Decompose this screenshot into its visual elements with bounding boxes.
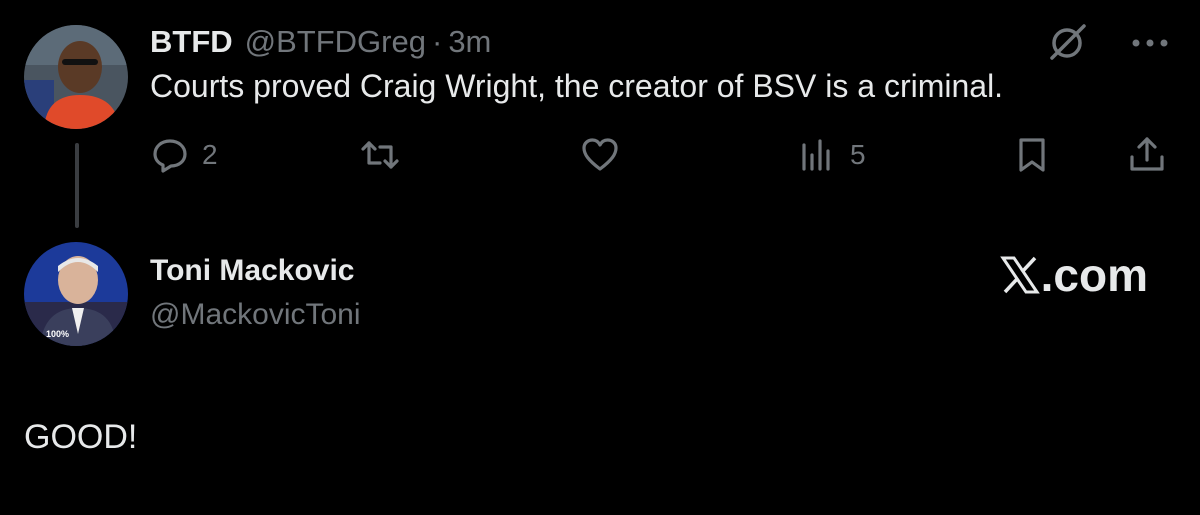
bookmark-button[interactable]: [1012, 132, 1052, 178]
views-icon: [802, 139, 830, 171]
mackovic-avatar[interactable]: 100%: [24, 242, 128, 346]
reply-author-name[interactable]: Toni Mackovic: [150, 254, 355, 288]
x-logo-icon: [999, 256, 1040, 294]
avatar-photo-icon: [24, 25, 128, 129]
avatar-badge: 100%: [46, 329, 69, 339]
tweet-text: Courts proved Craig Wright, the creator …: [150, 68, 1004, 104]
more-icon[interactable]: [1130, 36, 1170, 50]
header-separator: ·: [431, 24, 443, 59]
btfd-avatar[interactable]: [24, 25, 128, 129]
tweet-top-icons: [1046, 22, 1170, 64]
reply-icon: [153, 139, 187, 173]
repost-button[interactable]: [360, 132, 412, 178]
views-button[interactable]: 5: [798, 132, 866, 178]
avatar-photo-icon: 100%: [24, 242, 128, 346]
tweet-timestamp[interactable]: 3m: [448, 24, 491, 60]
author-handle[interactable]: @BTFDGreg: [245, 24, 426, 60]
reply-button[interactable]: 2: [150, 132, 218, 178]
brand-domain-text: .com: [1040, 249, 1148, 301]
repost-icon: [361, 141, 399, 169]
views-count: 5: [850, 139, 866, 170]
share-button[interactable]: [1127, 132, 1167, 178]
share-icon: [1130, 137, 1164, 171]
reply-author-handle[interactable]: @MackovicToni: [150, 298, 361, 332]
grok-icon[interactable]: [1046, 22, 1088, 64]
thread-connector-line: [75, 143, 79, 228]
x-com-watermark: .com: [999, 248, 1148, 302]
author-display-name[interactable]: BTFD: [150, 24, 233, 60]
bookmark-icon: [1019, 138, 1045, 172]
reply-count: 2: [202, 139, 218, 170]
heart-icon: [582, 138, 618, 171]
tweet-action-bar: 2 5: [150, 132, 1175, 178]
like-button[interactable]: [580, 132, 632, 178]
reply-text: GOOD!: [24, 418, 138, 456]
tweet-header: BTFD @BTFDGreg · 3m: [150, 24, 491, 64]
